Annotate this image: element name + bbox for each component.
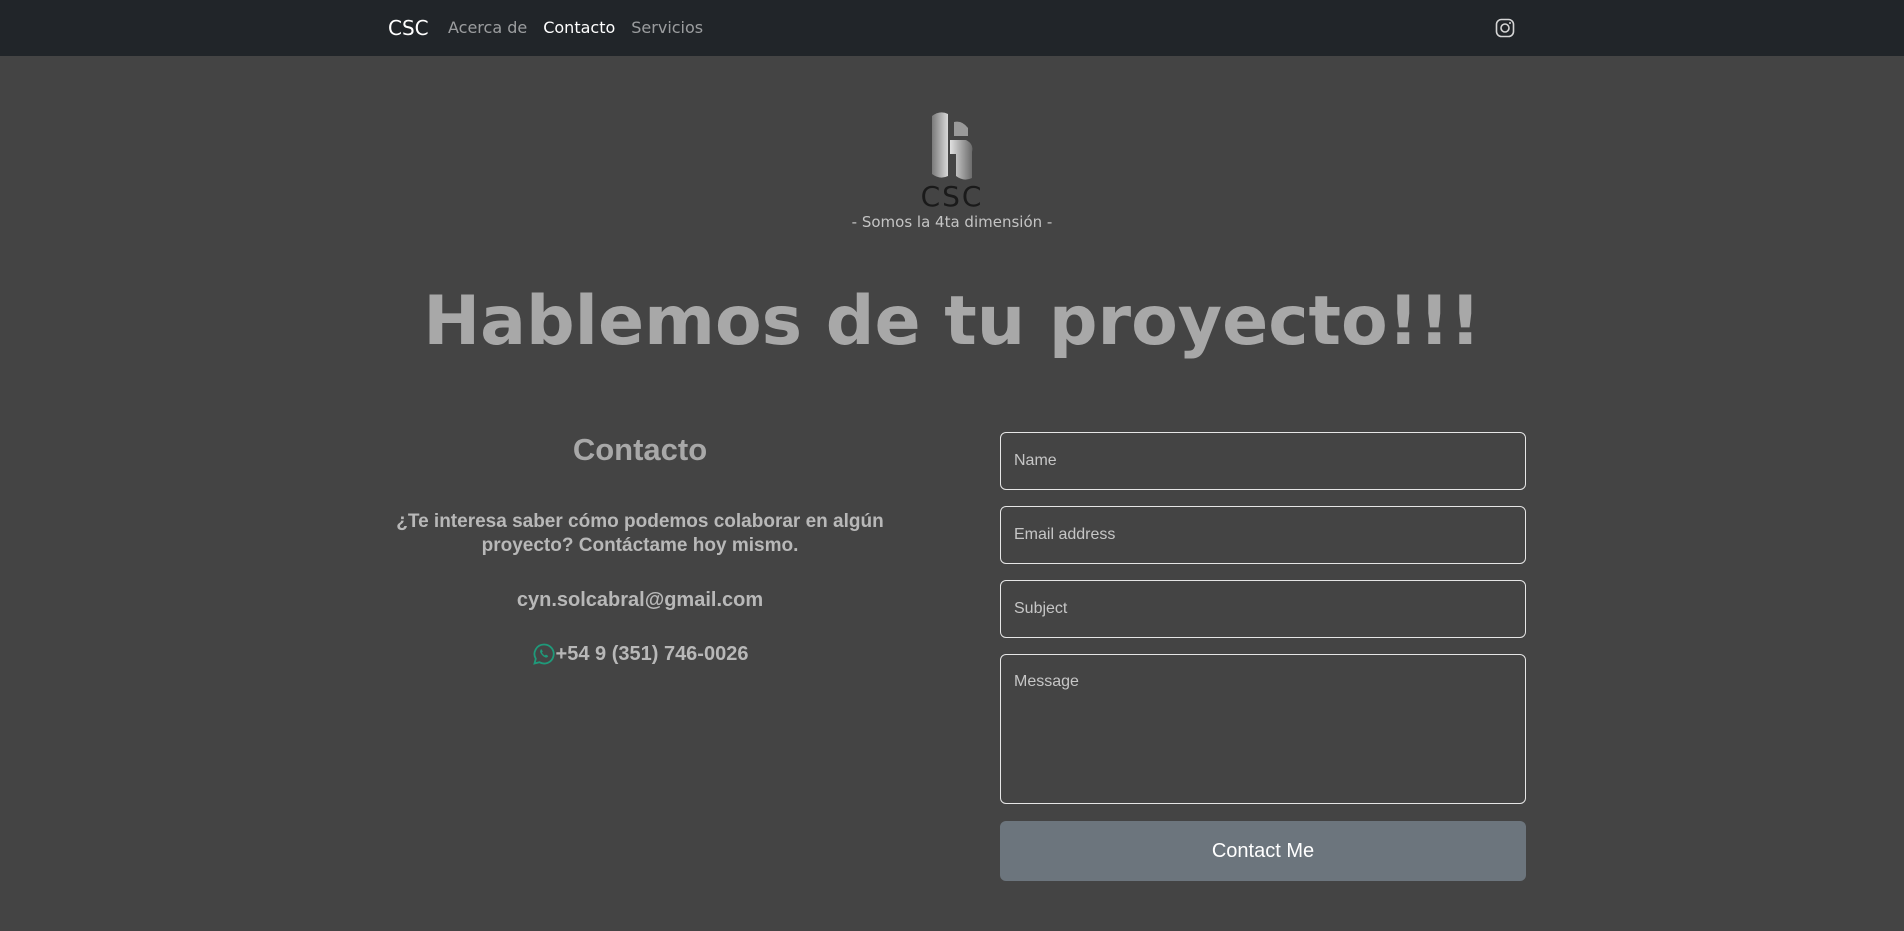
logo-text: CSC — [921, 180, 984, 210]
contact-email[interactable]: cyn.solcabral@gmail.com — [388, 588, 892, 612]
subject-field[interactable] — [1000, 580, 1526, 638]
csc-logo: CSC — [921, 112, 984, 210]
contact-phone-row[interactable]: +54 9 (351) 746-0026 — [388, 642, 892, 666]
nav-links: Acerca de Contacto Servicios — [448, 18, 703, 38]
instagram-icon[interactable] — [1495, 18, 1515, 38]
nav-link-acerca-de[interactable]: Acerca de — [448, 18, 527, 38]
tagline: - Somos la 4ta dimensión - — [851, 213, 1053, 231]
contact-phone: +54 9 (351) 746-0026 — [555, 643, 749, 665]
page-title: Hablemos de tu proyecto!!! — [423, 282, 1481, 361]
whatsapp-icon — [532, 643, 555, 665]
contact-title: Contacto — [572, 432, 708, 467]
name-field[interactable] — [1000, 432, 1526, 490]
brand-link[interactable]: CSC — [388, 15, 429, 41]
contact-pitch: ¿Te interesa saber cómo podemos colabora… — [396, 511, 884, 556]
contact-form: Contact Me — [1000, 432, 1526, 881]
nav-link-servicios[interactable]: Servicios — [631, 18, 703, 38]
nav-link-contacto[interactable]: Contacto — [543, 18, 615, 38]
navbar: CSC Acerca de Contacto Servicios — [0, 0, 1904, 56]
contact-me-button[interactable]: Contact Me — [1000, 821, 1526, 881]
contact-info: Contacto ¿Te interesa saber cómo podemos… — [388, 428, 892, 666]
email-field[interactable] — [1000, 506, 1526, 564]
message-field[interactable] — [1000, 654, 1526, 804]
